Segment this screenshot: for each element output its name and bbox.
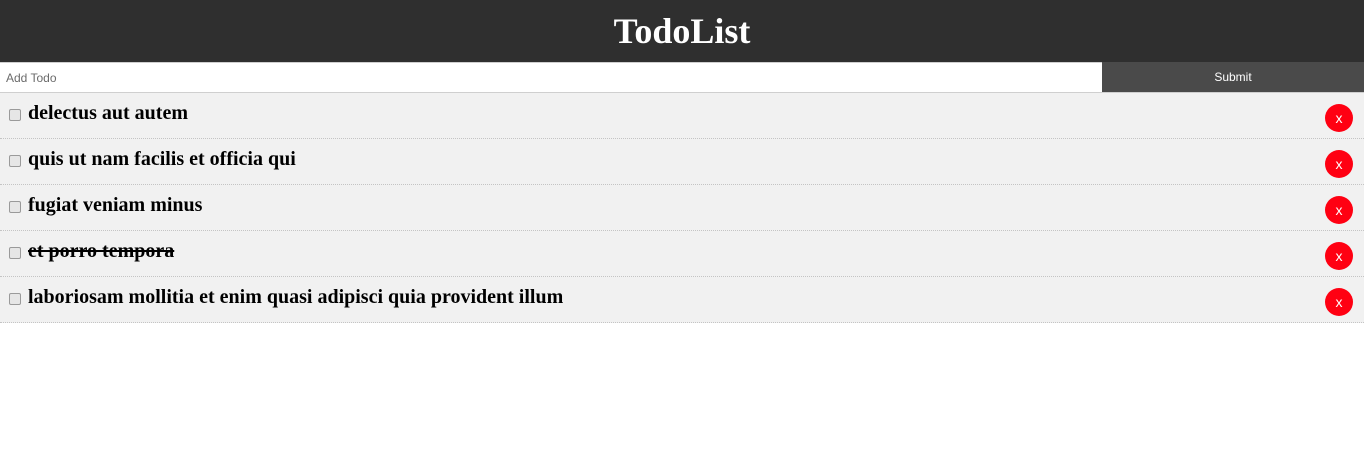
todo-item: delectus aut autem x	[0, 93, 1364, 139]
todo-checkbox[interactable]	[9, 154, 21, 167]
delete-button[interactable]: x	[1325, 150, 1353, 178]
todo-text: fugiat veniam minus	[28, 194, 203, 216]
delete-button[interactable]: x	[1325, 242, 1353, 270]
delete-button[interactable]: x	[1325, 196, 1353, 224]
todo-checkbox[interactable]	[9, 200, 21, 213]
todo-text: et porro tempora	[28, 240, 175, 262]
todo-text: quis ut nam facilis et officia qui	[28, 148, 296, 170]
todo-checkbox[interactable]	[9, 108, 21, 121]
delete-button[interactable]: x	[1325, 104, 1353, 132]
delete-button[interactable]: x	[1325, 288, 1353, 316]
todo-list: delectus aut autem x quis ut nam facilis…	[0, 93, 1364, 323]
todo-checkbox[interactable]	[9, 292, 21, 305]
add-todo-form: Submit	[0, 62, 1364, 93]
todo-text: delectus aut autem	[28, 102, 188, 124]
todo-checkbox[interactable]	[9, 246, 21, 259]
add-todo-input[interactable]	[0, 62, 1102, 92]
app-header: TodoList	[0, 0, 1364, 62]
submit-button[interactable]: Submit	[1102, 62, 1364, 92]
page-title: TodoList	[613, 11, 751, 51]
todo-item: laboriosam mollitia et enim quasi adipis…	[0, 277, 1364, 323]
todo-item: fugiat veniam minus x	[0, 185, 1364, 231]
todo-item: quis ut nam facilis et officia qui x	[0, 139, 1364, 185]
todo-item: et porro tempora x	[0, 231, 1364, 277]
todo-text: laboriosam mollitia et enim quasi adipis…	[28, 286, 564, 308]
